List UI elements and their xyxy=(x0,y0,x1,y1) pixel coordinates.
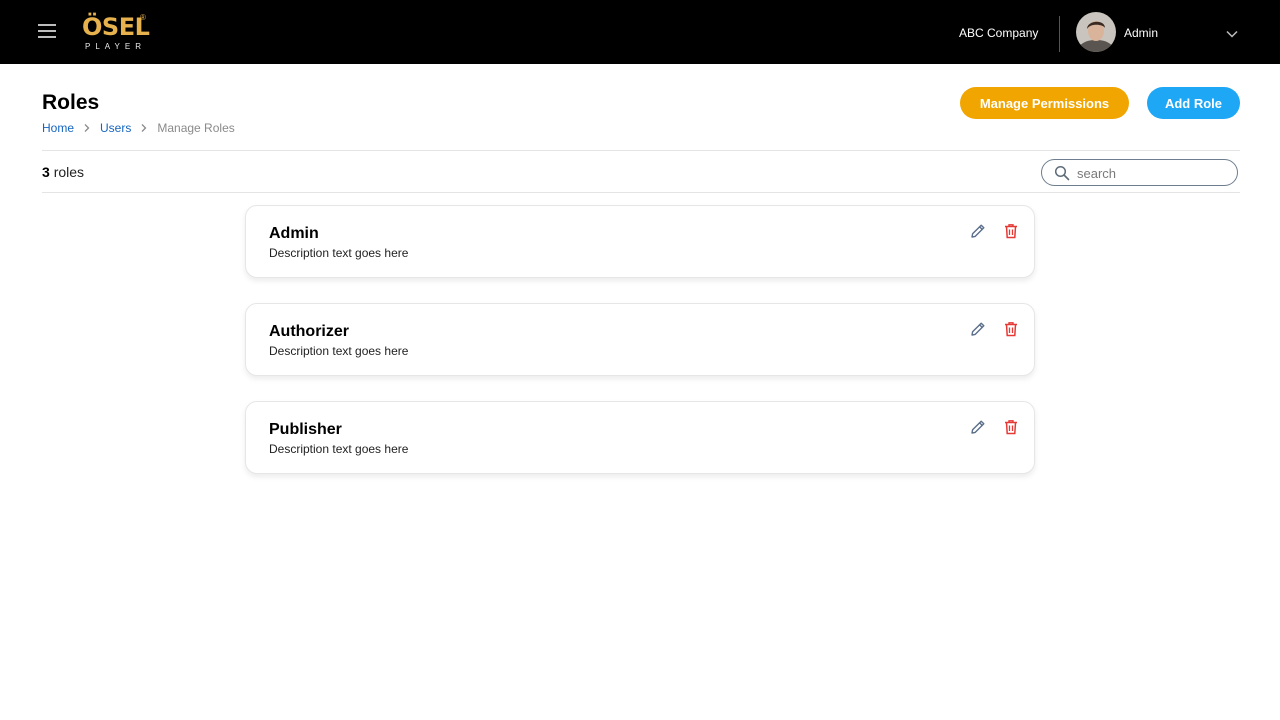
role-count-label: roles xyxy=(53,164,85,180)
pencil-icon[interactable] xyxy=(969,418,987,436)
role-card-admin[interactable]: Admin Description text goes here xyxy=(245,205,1035,278)
osel-player-logo[interactable]: ÖSEL ® PLAYER xyxy=(82,12,152,54)
search-box[interactable] xyxy=(1041,159,1238,186)
user-avatar-image xyxy=(1076,12,1116,52)
breadcrumb: Home Users Manage Roles xyxy=(42,120,235,136)
user-avatar[interactable] xyxy=(1076,12,1116,52)
header-divider xyxy=(1059,16,1060,52)
role-count: 3 roles xyxy=(42,163,84,181)
hamburger-icon[interactable] xyxy=(38,24,58,40)
role-description: Description text goes here xyxy=(269,344,409,358)
role-description: Description text goes here xyxy=(269,442,409,456)
chevron-right-icon xyxy=(135,120,153,136)
pencil-icon[interactable] xyxy=(969,222,987,240)
logo-registered-mark: ® xyxy=(140,13,146,22)
divider xyxy=(42,150,1240,151)
chevron-down-icon[interactable] xyxy=(1225,26,1239,38)
role-count-number: 3 xyxy=(42,164,50,180)
trash-icon[interactable] xyxy=(1002,320,1020,338)
divider xyxy=(42,192,1240,193)
search-icon xyxy=(1054,165,1070,181)
role-list: Admin Description text goes here Authori… xyxy=(245,205,1035,499)
role-card-publisher[interactable]: Publisher Description text goes here xyxy=(245,401,1035,474)
pencil-icon[interactable] xyxy=(969,320,987,338)
add-role-button[interactable]: Add Role xyxy=(1147,87,1240,119)
search-input[interactable] xyxy=(1077,163,1227,183)
company-name: ABC Company xyxy=(959,26,1039,40)
role-name: Admin xyxy=(269,225,319,242)
chevron-right-icon xyxy=(78,120,96,136)
role-description: Description text goes here xyxy=(269,246,409,260)
breadcrumb-users[interactable]: Users xyxy=(100,120,131,136)
trash-icon[interactable] xyxy=(1002,222,1020,240)
breadcrumb-home[interactable]: Home xyxy=(42,120,74,136)
breadcrumb-manage-roles: Manage Roles xyxy=(157,121,235,135)
role-name: Authorizer xyxy=(269,323,349,340)
role-name: Publisher xyxy=(269,421,342,438)
page-title: Roles xyxy=(42,91,100,114)
logo-subtitle: PLAYER xyxy=(85,42,146,51)
trash-icon[interactable] xyxy=(1002,418,1020,436)
role-card-authorizer[interactable]: Authorizer Description text goes here xyxy=(245,303,1035,376)
manage-permissions-button[interactable]: Manage Permissions xyxy=(960,87,1129,119)
top-navigation-bar: ÖSEL ® PLAYER ABC Company Admin xyxy=(0,0,1280,64)
user-name[interactable]: Admin xyxy=(1124,25,1158,41)
